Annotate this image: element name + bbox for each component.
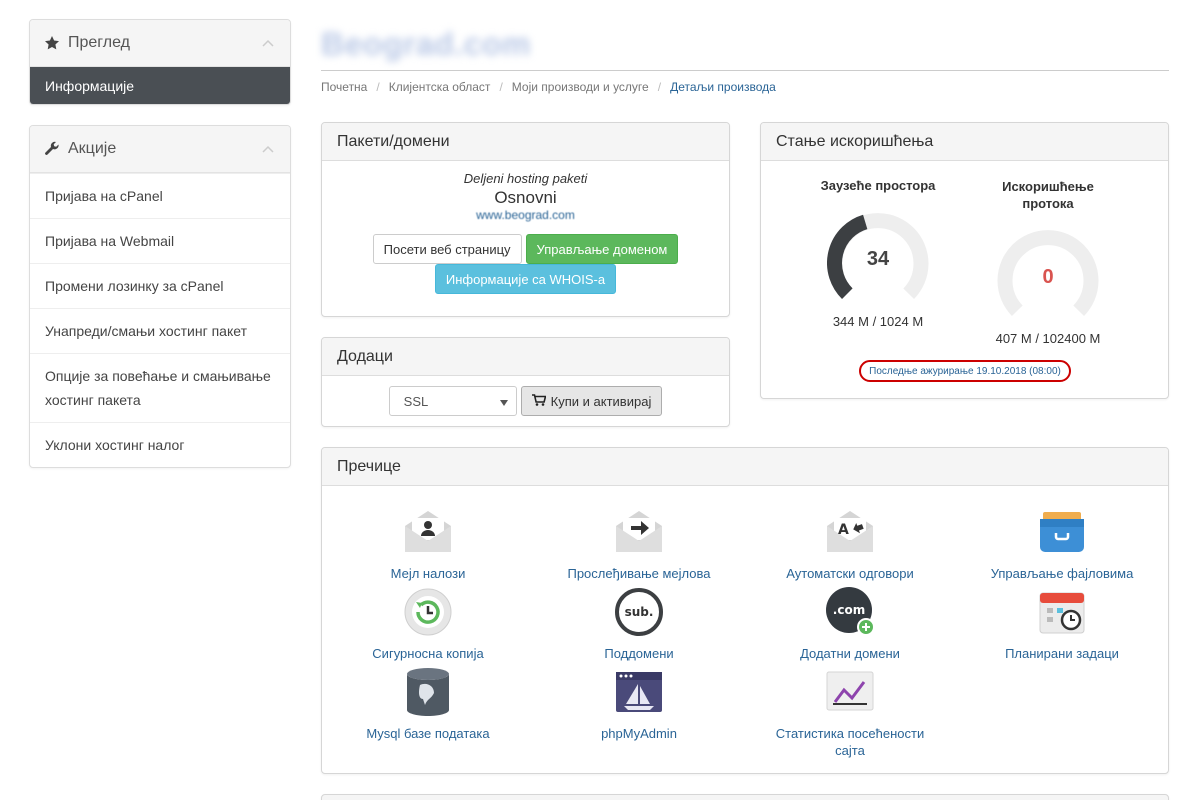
shortcut-label: Сигурносна копија	[372, 646, 484, 661]
shortcut-backup[interactable]: Сигурносна копија	[328, 586, 528, 662]
usage-panel-title: Стање искоришћења	[761, 123, 1168, 161]
sidebar-item-information[interactable]: Информације	[30, 67, 290, 104]
sidebar-item-webmail-login[interactable]: Пријава на Webmail	[30, 218, 290, 263]
shortcut-label: phpMyAdmin	[601, 726, 677, 741]
bandwidth-usage-label: Искоришћење протока	[969, 178, 1127, 212]
shortcut-label: Мејл налози	[390, 566, 466, 581]
mail-forward-icon	[613, 506, 665, 558]
svg-text:.com: .com	[833, 603, 865, 617]
sidebar-item-cpanel-login[interactable]: Пријава на cPanel	[30, 173, 290, 218]
sidebar-actions-header[interactable]: Акције	[30, 126, 290, 173]
shortcut-label: Управљање фајловима	[990, 566, 1134, 581]
breadcrumb: Почетна / Клијентска област / Моји произ…	[321, 80, 776, 94]
sidebar-overview-panel: Преглед Информације	[29, 19, 291, 105]
star-icon	[44, 35, 60, 51]
package-group: Deljeni hosting paketi	[463, 171, 588, 186]
bandwidth-label-line1: Искоришћење	[1002, 179, 1094, 194]
sidebar-actions-panel: Акције Пријава на cPanel Пријава на Webm…	[29, 125, 291, 468]
addons-panel-title: Додаци	[322, 338, 729, 376]
chevron-up-icon[interactable]	[262, 143, 274, 155]
buy-activate-label: Купи и активирај	[550, 393, 652, 409]
visit-website-button[interactable]: Посети веб страницу	[372, 234, 522, 264]
title-divider	[321, 70, 1169, 71]
subdomains-icon: sub.	[613, 586, 665, 638]
package-plan: Osnovni	[494, 188, 557, 207]
sidebar-item-upgrade-downgrade[interactable]: Унапреди/смањи хостинг пакет	[30, 308, 290, 353]
addon-domains-icon: .com	[824, 586, 876, 638]
site-statistics-icon	[824, 666, 876, 718]
autoresponder-icon: A	[824, 506, 876, 558]
addon-select-value: SSL	[403, 393, 429, 409]
shortcut-mail-accounts[interactable]: Мејл налози	[328, 506, 528, 582]
disk-usage-value: 34	[866, 248, 890, 270]
shortcut-addon-domains[interactable]: .com Додатни домени	[750, 586, 950, 662]
shortcut-label: Mysql базе података	[366, 726, 490, 741]
sidebar-overview-title: Преглед	[68, 34, 130, 51]
next-panel	[321, 794, 1169, 800]
whois-info-button[interactable]: Информације са WHOIS-a	[434, 264, 617, 294]
addon-select[interactable]: SSL	[388, 386, 517, 416]
shortcut-mysql-databases[interactable]: Mysql базе података	[328, 666, 528, 742]
packages-panel-title: Пакети/домени	[322, 123, 729, 161]
shortcut-phpmyadmin[interactable]: phpMyAdmin	[539, 666, 739, 742]
bandwidth-label-line2: протока	[1022, 196, 1074, 211]
package-domain-link[interactable]: www.beograd.com	[322, 208, 729, 222]
addons-panel: Додаци SSL Купи и активирај	[321, 337, 730, 427]
shortcut-label: Аутоматски одговори	[786, 566, 914, 581]
breadcrumb-products[interactable]: Моји производи и услуге	[512, 80, 649, 94]
cart-icon	[531, 393, 547, 409]
chevron-up-icon[interactable]	[262, 37, 274, 49]
sidebar-item-change-password[interactable]: Промени лозинку за cPanel	[30, 263, 290, 308]
disk-usage-label: Заузеће простора	[820, 178, 936, 193]
shortcut-label: Планирани задаци	[1005, 646, 1119, 661]
sidebar-item-cancel-account[interactable]: Уклони хостинг налог	[30, 422, 290, 467]
breadcrumb-separator: /	[657, 80, 662, 94]
shortcuts-panel-title: Пречице	[322, 448, 1168, 486]
shortcut-site-statistics[interactable]: Статистика посећености сајта	[750, 666, 950, 759]
backup-icon	[402, 586, 454, 638]
bandwidth-usage-detail: 407 M / 102400 M	[995, 331, 1101, 346]
phpmyadmin-icon	[613, 666, 665, 718]
disk-usage-detail: 344 M / 1024 M	[832, 314, 924, 329]
sidebar-item-upgrade-options[interactable]: Опције за повећање и смањивање хостинг п…	[30, 353, 290, 422]
shortcut-label: Додатни домени	[800, 646, 900, 661]
buy-activate-button[interactable]: Купи и активирај	[520, 386, 663, 416]
usage-panel: Стање искоришћења Заузеће простора 34 34…	[760, 122, 1169, 399]
file-manager-icon	[1036, 506, 1088, 558]
breadcrumb-separator: /	[499, 80, 503, 94]
breadcrumb-separator: /	[376, 80, 380, 94]
shortcut-label: Статистика посећености сајта	[775, 726, 925, 758]
packages-panel: Пакети/домени Deljeni hosting paketi Osn…	[321, 122, 730, 317]
breadcrumb-client-area[interactable]: Клијентска област	[389, 80, 491, 94]
shortcut-mail-forward[interactable]: Прослеђивање мејлова	[539, 506, 739, 582]
shortcut-autoresponder[interactable]: A Аутоматски одговори	[750, 506, 950, 582]
shortcut-subdomains[interactable]: sub. Поддомени	[539, 586, 739, 662]
shortcut-cron-jobs[interactable]: Планирани задаци	[962, 586, 1162, 662]
svg-text:A: A	[838, 522, 849, 538]
mail-accounts-icon	[402, 506, 454, 558]
sidebar-overview-header[interactable]: Преглед	[30, 20, 290, 67]
breadcrumb-home[interactable]: Почетна	[321, 80, 367, 94]
shortcut-label: Поддомени	[604, 646, 674, 661]
breadcrumb-product-details: Детаљи производа	[670, 80, 776, 94]
page-title: Beograd.com	[321, 26, 531, 62]
bandwidth-usage-value: 0	[1042, 266, 1054, 288]
shortcut-label: Прослеђивање мејлова	[567, 566, 711, 581]
cron-jobs-icon	[1036, 586, 1088, 638]
svg-text:sub.: sub.	[625, 605, 654, 619]
sidebar-actions-title: Акције	[68, 140, 117, 157]
last-update-link[interactable]: Последње ажурирање 19.10.2018 (08:00)	[859, 360, 1071, 382]
shortcuts-panel: Пречице Мејл налози Прослеђивање мејлова…	[321, 447, 1169, 774]
mysql-database-icon	[402, 666, 454, 718]
shortcut-file-manager[interactable]: Управљање фајловима	[962, 506, 1162, 582]
dropdown-arrow-icon	[499, 394, 508, 409]
wrench-icon	[44, 141, 60, 157]
manage-domain-button[interactable]: Управљање доменом	[525, 234, 679, 264]
